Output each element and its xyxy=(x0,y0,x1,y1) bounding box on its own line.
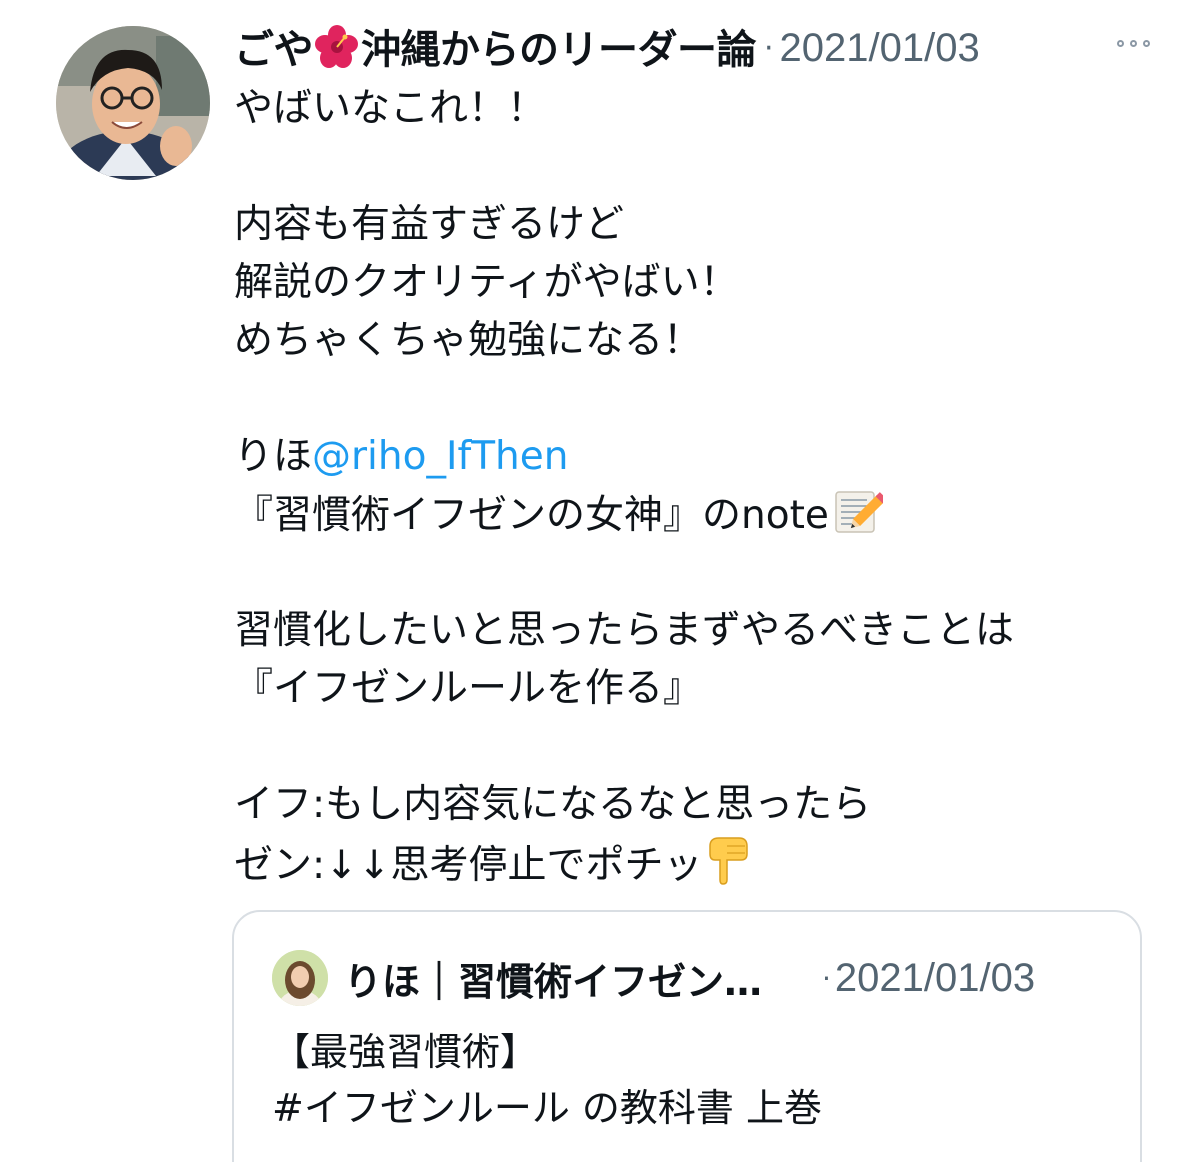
display-name-prefix: ごや xyxy=(234,27,314,73)
pointing-down-icon xyxy=(707,834,751,903)
tweet-line: 解説のクオリティがやばい！ xyxy=(234,260,739,305)
quoted-timestamp: 2021/01/03 xyxy=(834,955,1036,1000)
note-text: 『習慣術イフゼンの女神』のnote xyxy=(234,493,829,538)
tweet-timestamp[interactable]: 2021/01/03 xyxy=(780,26,980,71)
author-avatar[interactable] xyxy=(56,26,210,180)
quoted-header-separator: · xyxy=(822,961,831,995)
tweet-line: りほ@riho_IfThen xyxy=(234,428,1154,486)
tweet-card: ごや 沖縄からのリーダー論 · 2021/01/03 やばいなこれ！！ 内容も有… xyxy=(0,0,1200,1162)
quoted-author-name: りほ｜習慣術イフゼン… xyxy=(344,959,763,1004)
memo-pencil-icon xyxy=(833,486,887,553)
tweet-text: やばいなこれ！！ 内容も有益すぎるけど 解説のクオリティがやばい！ めちゃくちゃ… xyxy=(234,80,1154,892)
tweet-header: ごや 沖縄からのリーダー論 · 2021/01/03 xyxy=(234,20,1154,76)
tweet-line: 内容も有益すぎるけど xyxy=(234,202,625,247)
display-name-suffix: 沖縄からのリーダー論 xyxy=(361,27,757,73)
author-display-name[interactable]: ごや 沖縄からのリーダー論 xyxy=(234,17,757,79)
tweet-line: 習慣化したいと思ったらまずやるべきことは xyxy=(234,608,1015,653)
tweet-line: めちゃくちゃ勉強になる！ xyxy=(234,318,703,363)
mention-prefix: りほ xyxy=(234,434,313,479)
quoted-tweet-text: 【最強習慣術】 #イフゼンルール の教科書 上巻 xyxy=(272,1024,822,1136)
tweet-line: 『習慣術イフゼンの女神』のnote xyxy=(234,486,1154,544)
quoted-line: 【最強習慣術】 xyxy=(272,1030,539,1074)
quoted-line: #イフゼンルール の教科書 上巻 xyxy=(272,1086,822,1130)
header-separator: · xyxy=(764,30,774,66)
hibiscus-icon xyxy=(315,25,359,79)
tweet-line: ゼン:↓↓思考停止でポチッ xyxy=(234,834,1154,892)
quoted-tweet-header: りほ｜習慣術イフゼン… · 2021/01/03 xyxy=(272,948,1092,1008)
mention-link[interactable]: @riho_IfThen xyxy=(312,434,568,479)
tweet-line: やばいなこれ！！ xyxy=(234,86,547,131)
then-text: ゼン:↓↓思考停止でポチッ xyxy=(234,843,703,888)
more-options-icon[interactable] xyxy=(1113,36,1154,51)
tweet-line: 『イフゼンルールを作る』 xyxy=(234,666,703,711)
quoted-tweet[interactable]: りほ｜習慣術イフゼン… · 2021/01/03 【最強習慣術】 #イフゼンルー… xyxy=(232,910,1142,1162)
tweet-line: イフ:もし内容気になるなと思ったら xyxy=(234,782,872,827)
quoted-author-avatar xyxy=(272,950,328,1006)
